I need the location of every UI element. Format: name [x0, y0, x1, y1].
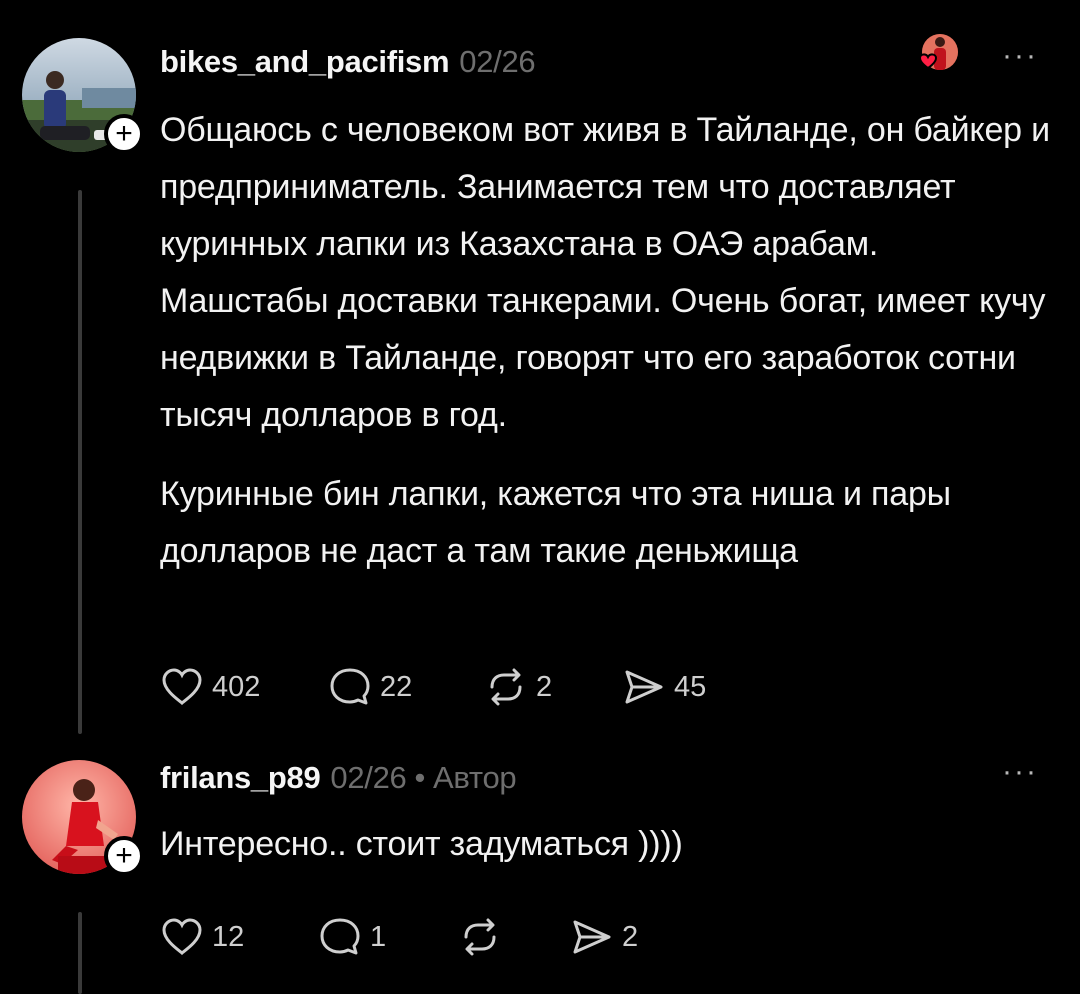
post-header: bikes_and_pacifism 02/26	[160, 44, 536, 94]
comment-count: 1	[370, 920, 387, 953]
post-actions: 12 1 2	[160, 916, 638, 958]
more-options-button[interactable]: ···	[1002, 41, 1038, 71]
liked-by-avatar[interactable]	[910, 30, 960, 80]
author-badge: Автор	[433, 760, 517, 795]
paper-plane-icon	[625, 670, 663, 704]
share-button[interactable]: 2	[570, 917, 638, 957]
like-button[interactable]: 12	[160, 917, 318, 957]
username[interactable]: bikes_and_pacifism	[160, 44, 450, 80]
comment-button[interactable]: 1	[318, 916, 458, 958]
speech-bubble-icon	[320, 918, 360, 955]
post-paragraph: Куринные бин лапки, кажется что эта ниша…	[160, 475, 951, 570]
like-count: 402	[212, 670, 261, 703]
post-date: 02/26 • Автор	[330, 760, 516, 796]
post-actions: 402 22 2 45	[160, 666, 706, 708]
paper-plane-icon	[573, 920, 611, 954]
share-count: 45	[674, 670, 707, 703]
repost-button[interactable]	[458, 917, 570, 957]
follow-button[interactable]: +	[104, 114, 144, 154]
comment-count: 22	[380, 670, 413, 703]
repost-arrows-icon	[464, 918, 496, 956]
repost-count: 2	[536, 670, 553, 703]
post-paragraph: Интересно.. стоит задуматься ))))	[160, 825, 683, 863]
post-header: frilans_p89 02/26 • Автор	[160, 760, 517, 810]
post-date: 02/26	[459, 44, 536, 79]
post-date-value: 02/26	[330, 760, 407, 795]
like-button[interactable]: 402	[160, 667, 328, 707]
post-2: + frilans_p89 02/26 • Автор ··· Интересно.…	[0, 757, 1080, 994]
speech-bubble-icon	[330, 668, 370, 705]
post-body: Интересно.. стоит задуматься ))))	[160, 816, 1050, 873]
username[interactable]: frilans_p89	[160, 760, 321, 796]
post-1: + bikes_and_pacifism 02/26 ··· Общаюсь с…	[0, 34, 1080, 738]
share-button[interactable]: 45	[622, 667, 706, 707]
post-body: Общаюсь с человеком вот живя в Тайланде,…	[160, 102, 1050, 580]
repost-arrows-icon	[490, 668, 522, 706]
comment-button[interactable]: 22	[328, 666, 484, 708]
like-count: 12	[212, 920, 245, 953]
share-count: 2	[622, 920, 639, 953]
follow-button[interactable]: +	[104, 836, 144, 876]
repost-button[interactable]: 2	[484, 667, 622, 707]
post-2-avatar-wrap[interactable]: +	[22, 760, 144, 876]
heart-outline-icon	[162, 918, 202, 956]
post-paragraph: Общаюсь с человеком вот живя в Тайланде,…	[160, 111, 1050, 434]
meta-separator: •	[414, 760, 426, 795]
more-options-button[interactable]: ···	[1002, 757, 1038, 787]
heart-outline-icon	[162, 668, 202, 706]
post-1-avatar-wrap[interactable]: +	[22, 38, 144, 154]
thread-line	[78, 190, 82, 734]
thread-line	[78, 912, 82, 994]
